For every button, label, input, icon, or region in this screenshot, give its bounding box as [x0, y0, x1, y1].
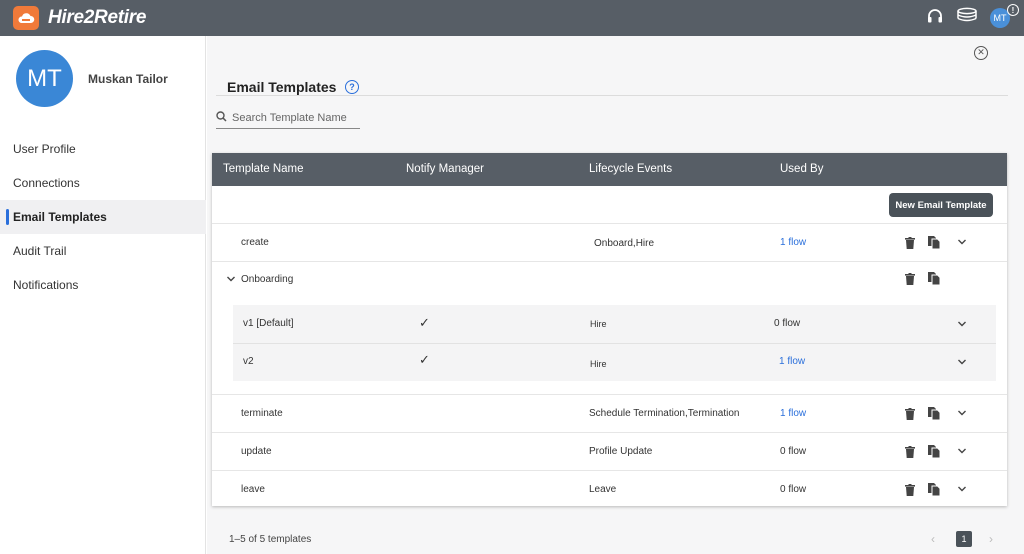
chevron-down-icon[interactable]	[957, 357, 967, 367]
user-avatar-small[interactable]: MT !	[990, 4, 1019, 28]
used-by-link[interactable]: 1 flow	[780, 237, 806, 248]
check-icon: ✓	[419, 352, 430, 367]
copy-icon[interactable]	[927, 443, 941, 459]
table-row[interactable]: leave Leave 0 flow	[212, 470, 1007, 506]
sidebar-item-email-templates[interactable]: Email Templates	[0, 200, 206, 234]
used-by-link[interactable]: 1 flow	[780, 408, 806, 419]
page-title: Email Templates	[227, 79, 337, 95]
lifecycle-events: Leave	[589, 484, 617, 495]
chevron-down-icon[interactable]	[957, 484, 967, 494]
version-name: v1 [Default]	[243, 318, 294, 329]
divider	[216, 95, 1008, 96]
trash-icon[interactable]	[903, 482, 917, 498]
copy-icon[interactable]	[927, 234, 941, 250]
trash-icon[interactable]	[903, 406, 917, 422]
chevron-down-icon[interactable]	[957, 446, 967, 456]
templates-table: Template Name Notify Manager Lifecycle E…	[212, 153, 1007, 506]
version-row[interactable]: v1 [Default] ✓ Hire 0 flow	[233, 305, 996, 343]
chevron-down-icon[interactable]	[957, 319, 967, 329]
table-row[interactable]: create Onboard,Hire 1 flow	[212, 223, 1007, 261]
brand-name: Hire2Retire	[48, 7, 147, 28]
chevron-down-icon[interactable]	[957, 408, 967, 418]
template-name: create	[241, 237, 269, 248]
page-number-button[interactable]: 1	[956, 531, 972, 547]
chevron-down-icon[interactable]	[226, 274, 236, 284]
stack-layers-icon[interactable]	[956, 7, 978, 30]
table-row[interactable]: Onboarding v1 [Default] ✓ Hire 0 flow v2…	[212, 261, 1007, 394]
table-row[interactable]: update Profile Update 0 flow	[212, 432, 1007, 470]
copy-icon[interactable]	[927, 481, 941, 497]
cloud-logo-icon	[13, 6, 39, 30]
chevron-left-icon[interactable]: ‹	[931, 532, 935, 546]
version-row[interactable]: v2 ✓ Hire 1 flow	[233, 343, 996, 381]
sidebar-nav: User Profile Connections Email Templates…	[0, 132, 206, 302]
new-email-template-button[interactable]: New Email Template	[889, 193, 993, 217]
lifecycle-events: Hire	[590, 319, 607, 329]
trash-icon[interactable]	[903, 271, 917, 287]
search-input[interactable]	[232, 112, 356, 124]
main-content: ✕ Email Templates ? Template Name Notify…	[207, 36, 1024, 554]
used-by-text: 0 flow	[780, 484, 807, 495]
headset-icon[interactable]	[926, 7, 944, 30]
template-name: Onboarding	[241, 274, 294, 285]
top-bar: Hire2Retire MT !	[0, 0, 1024, 36]
trash-icon[interactable]	[903, 444, 917, 460]
avatar: MT	[16, 50, 73, 107]
chevron-down-icon[interactable]	[957, 237, 967, 247]
sidebar-item-notifications[interactable]: Notifications	[0, 268, 206, 302]
header-lifecycle-events[interactable]: Lifecycle Events	[589, 163, 672, 175]
used-by-text: 0 flow	[780, 446, 807, 457]
lifecycle-events: Onboard,Hire	[594, 238, 655, 249]
header-used-by[interactable]: Used By	[780, 163, 823, 175]
copy-icon[interactable]	[927, 270, 941, 286]
template-name: update	[241, 446, 272, 457]
check-icon: ✓	[419, 315, 430, 330]
sidebar-item-user-profile[interactable]: User Profile	[0, 132, 206, 166]
search-box	[216, 108, 360, 129]
sidebar: MT Muskan Tailor User Profile Connection…	[0, 36, 206, 554]
header-notify-manager[interactable]: Notify Manager	[406, 163, 484, 175]
version-name: v2	[243, 356, 254, 367]
close-icon[interactable]: ✕	[974, 46, 988, 60]
header-template-name[interactable]: Template Name	[223, 163, 304, 175]
chevron-right-icon[interactable]: ›	[989, 532, 993, 546]
used-by-link[interactable]: 1 flow	[779, 356, 805, 367]
search-icon	[216, 109, 227, 127]
sidebar-item-audit-trail[interactable]: Audit Trail	[0, 234, 206, 268]
lifecycle-events: Profile Update	[589, 446, 653, 457]
table-header: Template Name Notify Manager Lifecycle E…	[212, 153, 1007, 186]
table-row[interactable]: terminate Schedule Termination,Terminati…	[212, 394, 1007, 432]
sidebar-item-connections[interactable]: Connections	[0, 166, 206, 200]
lifecycle-events: Schedule Termination,Termination	[589, 408, 740, 419]
used-by-text: 0 flow	[774, 318, 801, 329]
template-name: terminate	[241, 408, 283, 419]
user-name: Muskan Tailor	[88, 72, 168, 86]
copy-icon[interactable]	[927, 405, 941, 421]
lifecycle-events: Hire	[590, 359, 607, 369]
help-icon[interactable]: ?	[345, 80, 359, 94]
alert-icon[interactable]: !	[1007, 4, 1019, 16]
trash-icon[interactable]	[903, 235, 917, 251]
pagination-summary: 1–5 of 5 templates	[229, 534, 312, 545]
template-name: leave	[241, 484, 265, 495]
